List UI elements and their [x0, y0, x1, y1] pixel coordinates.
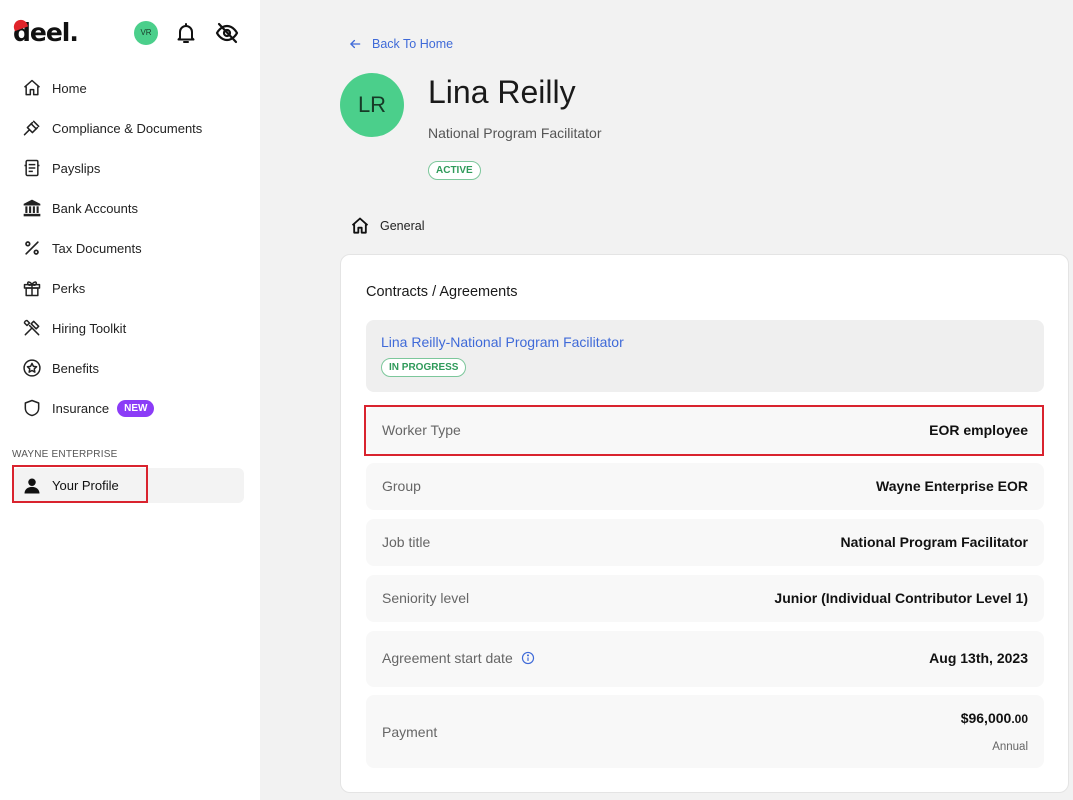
detail-key: Agreement start date — [382, 650, 535, 666]
sidebar-item-label: Your Profile — [52, 478, 119, 493]
detail-value: Wayne Enterprise EOR — [876, 478, 1028, 494]
detail-row-start-date: Agreement start date Aug 13th, 2023 — [366, 631, 1044, 687]
payment-period: Annual — [992, 741, 1028, 753]
home-icon — [351, 217, 369, 234]
detail-row-job-title: Job title National Program Facilitator — [366, 519, 1044, 566]
sidebar-item-label: Bank Accounts — [52, 200, 138, 216]
detail-key: Worker Type — [382, 422, 461, 438]
detail-value: Junior (Individual Contributor Level 1) — [774, 590, 1028, 606]
sidebar-item-label: Benefits — [52, 360, 99, 376]
back-to-home-link[interactable]: Back To Home — [348, 37, 453, 51]
detail-row-seniority: Seniority level Junior (Individual Contr… — [366, 575, 1044, 622]
sidebar-item-hiring-toolkit[interactable]: Hiring Toolkit — [12, 310, 244, 346]
sidebar-item-label: Home — [52, 80, 87, 96]
arrow-left-icon — [350, 39, 361, 49]
sidebar-item-label: Insurance — [52, 400, 110, 416]
deel-logo[interactable]: deel. — [11, 17, 79, 47]
sidebar-item-your-profile[interactable]: Your Profile — [12, 468, 244, 503]
contracts-card: Contracts / Agreements Lina Reilly-Natio… — [340, 254, 1069, 793]
detail-key: Job title — [382, 534, 431, 550]
agreement-item: Lina Reilly-National Program Facilitator… — [366, 320, 1044, 392]
tools-icon — [22, 318, 42, 338]
eye-off-icon[interactable] — [215, 21, 239, 45]
tab-label: General — [380, 219, 425, 233]
detail-value: Aug 13th, 2023 — [929, 650, 1028, 666]
sidebar-topbar: deel. VR — [0, 0, 260, 66]
sidebar-item-label: Perks — [52, 280, 86, 296]
detail-key: Payment — [382, 724, 438, 740]
payment-amount-main: $96,000 — [960, 710, 1012, 726]
user-avatar[interactable]: VR — [134, 21, 158, 45]
gift-icon — [22, 278, 42, 298]
sidebar: deel. VR Home Compliance & Documents Pay… — [0, 0, 260, 800]
card-title: Contracts / Agreements — [366, 284, 518, 300]
home-icon — [22, 78, 42, 98]
bell-icon[interactable] — [174, 21, 198, 45]
detail-key: Seniority level — [382, 590, 470, 606]
sidebar-item-insurance[interactable]: Insurance NEW — [12, 390, 244, 426]
percent-icon — [22, 238, 42, 258]
gavel-icon — [22, 118, 42, 138]
detail-row-payment: Payment $96,000.00 Annual — [366, 695, 1044, 768]
profile-name: Lina Reilly — [428, 74, 576, 110]
profile-avatar: LR — [340, 73, 404, 137]
shield-icon — [22, 398, 42, 418]
sidebar-item-label: Payslips — [52, 160, 101, 176]
detail-key-text: Agreement start date — [382, 650, 513, 666]
detail-value: National Program Facilitator — [840, 534, 1028, 550]
detail-row-group: Group Wayne Enterprise EOR — [366, 463, 1044, 510]
sidebar-item-perks[interactable]: Perks — [12, 270, 244, 306]
payment-amount: $96,000.00 — [961, 710, 1028, 726]
sidebar-item-benefits[interactable]: Benefits — [12, 350, 244, 386]
info-icon[interactable] — [521, 651, 535, 665]
back-label: Back To Home — [372, 37, 454, 51]
tab-general[interactable]: General — [350, 216, 424, 236]
payment-amount-cents: .00 — [1011, 712, 1028, 726]
detail-row-worker-type: Worker Type EOR employee — [366, 407, 1044, 454]
agreement-status-badge: IN PROGRESS — [381, 358, 467, 377]
status-badge: ACTIVE — [428, 161, 481, 180]
payslip-icon — [22, 158, 42, 178]
sidebar-item-home[interactable]: Home — [12, 70, 244, 106]
sidebar-item-label: Compliance & Documents — [52, 120, 203, 136]
agreement-link[interactable]: Lina Reilly-National Program Facilitator — [381, 334, 624, 350]
section-label-company: WAYNE ENTERPRISE — [12, 449, 118, 460]
sidebar-item-label: Tax Documents — [52, 240, 142, 256]
person-icon — [22, 476, 42, 496]
sidebar-item-compliance[interactable]: Compliance & Documents — [12, 110, 244, 146]
sidebar-item-tax-documents[interactable]: Tax Documents — [12, 230, 244, 266]
detail-value: EOR employee — [929, 422, 1028, 438]
star-icon — [22, 358, 42, 378]
sidebar-item-label: Hiring Toolkit — [52, 320, 127, 336]
detail-key: Group — [382, 478, 421, 494]
sidebar-item-payslips[interactable]: Payslips — [12, 150, 244, 186]
bank-icon — [22, 198, 42, 218]
sidebar-item-bank-accounts[interactable]: Bank Accounts — [12, 190, 244, 226]
main-content: Back To Home LR Lina Reilly National Pro… — [260, 0, 1073, 800]
profile-job-title: National Program Facilitator — [428, 125, 602, 141]
new-badge: NEW — [117, 399, 155, 417]
